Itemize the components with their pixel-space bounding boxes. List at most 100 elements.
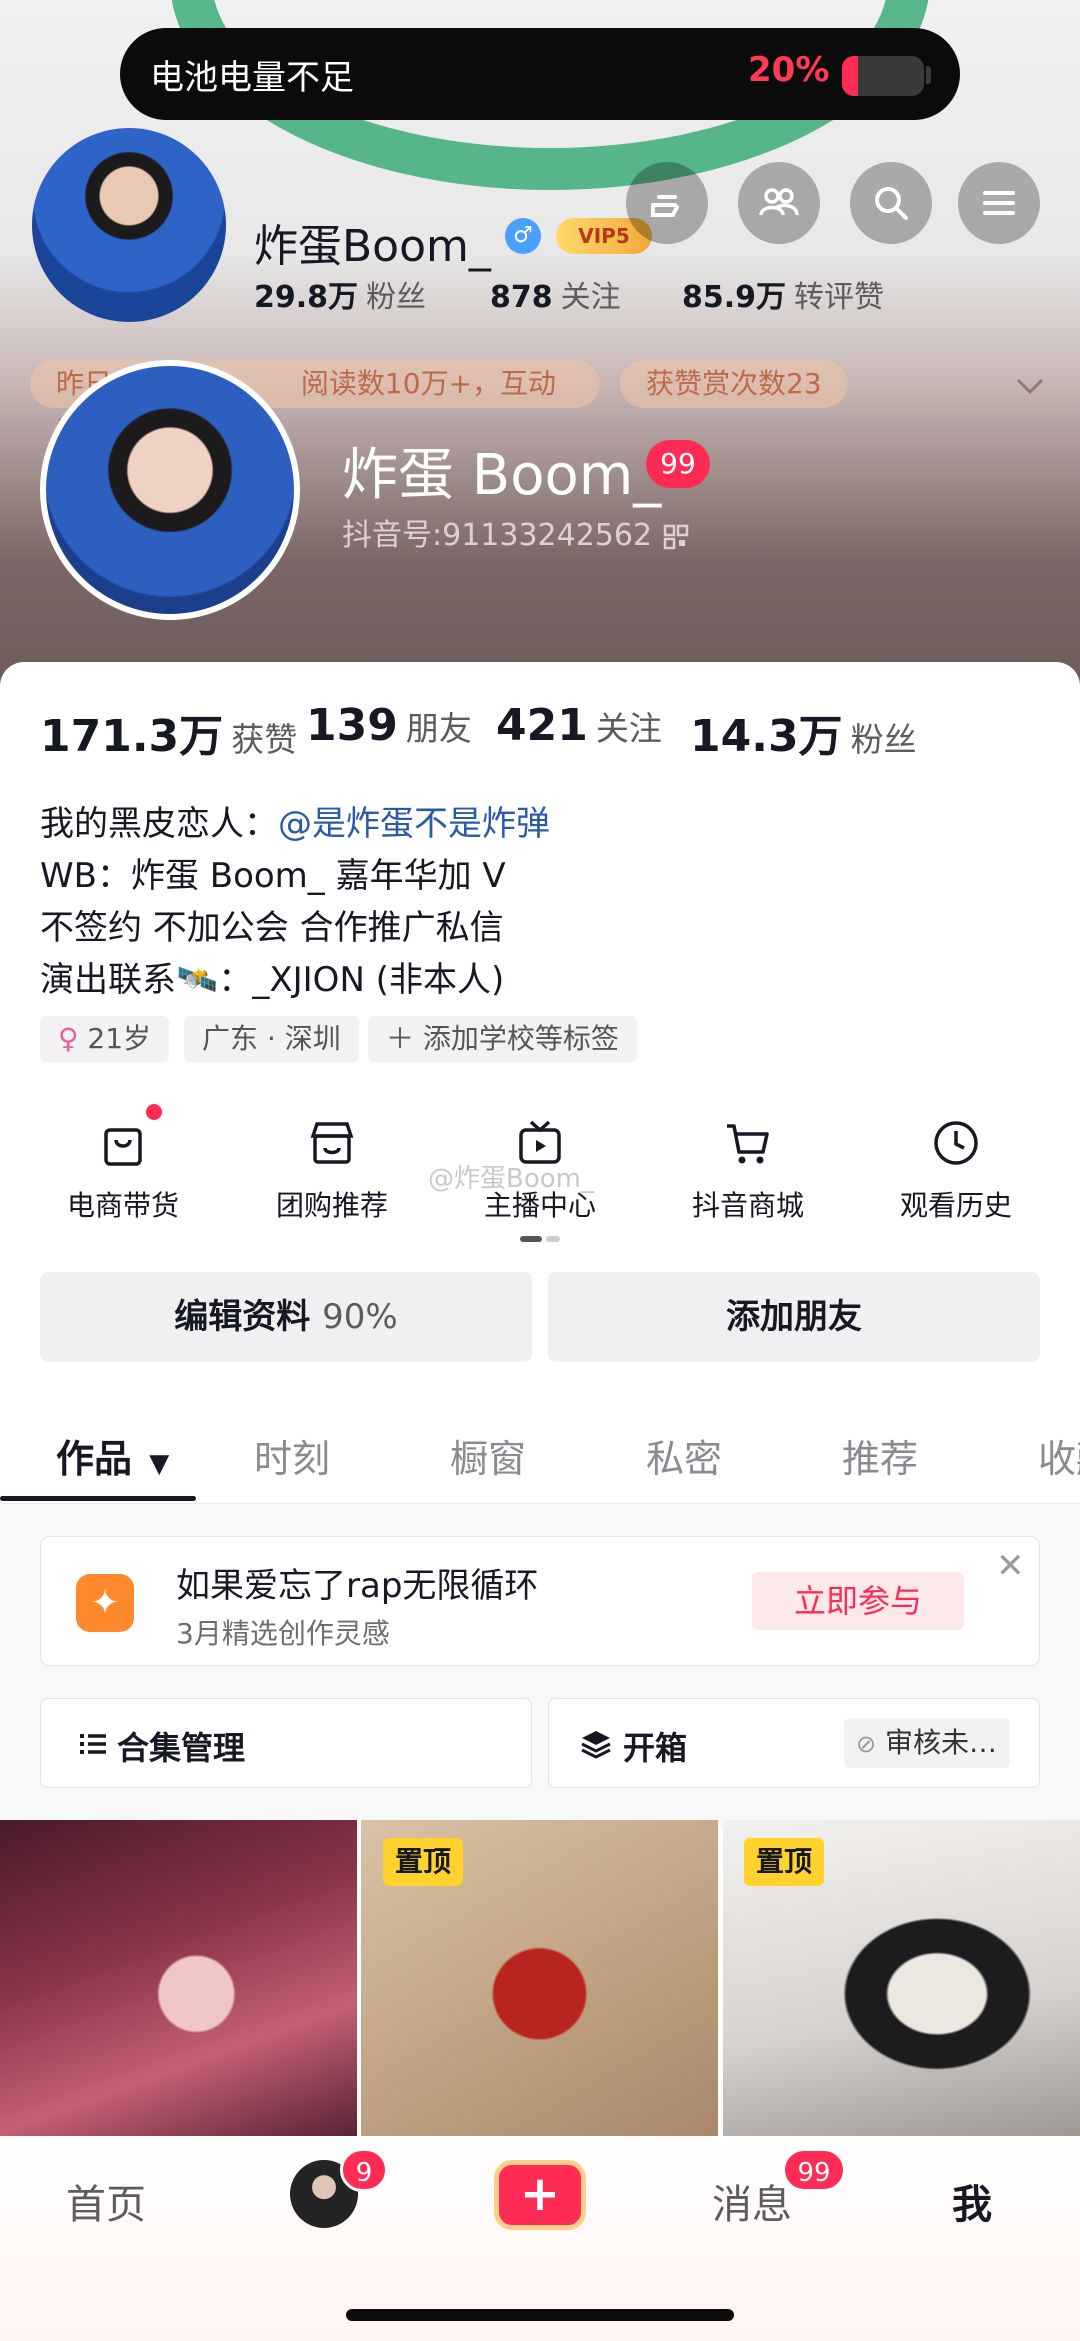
- shortcut-ecommerce[interactable]: 电商带货: [33, 1116, 213, 1224]
- pinned-badge: 置顶: [744, 1838, 825, 1886]
- prohibited-icon: ⊘: [856, 1730, 877, 1758]
- chevron-down-icon[interactable]: [1012, 368, 1048, 404]
- shortcut-group-buy[interactable]: 团购推荐: [242, 1116, 422, 1224]
- tab-private[interactable]: 私密: [646, 1428, 722, 1483]
- bio-line-3: 不签约 不加公会 合作推广私信: [40, 908, 504, 948]
- following-stat[interactable]: 421 关注: [496, 700, 662, 751]
- bio-line-4: 演出联系🛰️：_XJION (非本人): [40, 960, 505, 1000]
- battery-cap: [926, 66, 931, 84]
- review-status-label: 审核未…: [885, 1726, 998, 1759]
- header-interactions-stat[interactable]: 85.9万 转评赞: [682, 272, 884, 316]
- header-following-stat[interactable]: 878 关注: [490, 272, 621, 316]
- shortcut-watch-history-label: 观看历史: [899, 1189, 1012, 1222]
- close-icon[interactable]: ✕: [996, 1546, 1025, 1586]
- store-icon: [310, 1122, 354, 1164]
- list-icon: [80, 1734, 106, 1754]
- active-tab-indicator: [0, 1496, 196, 1501]
- review-status-chip: ⊘ 审核未…: [844, 1718, 1010, 1768]
- nav-home[interactable]: 首页: [66, 2172, 146, 2230]
- age-text: 21岁: [87, 1022, 152, 1055]
- friends-label: 朋友: [405, 709, 472, 748]
- header-fans-stat[interactable]: 29.8万 粉丝: [254, 272, 426, 316]
- search-button[interactable]: [850, 162, 932, 244]
- weibo-watermark: @炸蛋Boom_: [428, 1164, 594, 1194]
- header-avatar[interactable]: [32, 128, 226, 322]
- reward-count-chip[interactable]: 获赞赏次数23: [620, 360, 848, 408]
- location-tag: 广东 · 深圳: [184, 1016, 359, 1062]
- following-value: 421: [496, 700, 588, 751]
- add-tag-button[interactable]: ＋ 添加学校等标签: [368, 1016, 637, 1062]
- menu-icon: [983, 191, 1015, 215]
- header-interactions-label: 转评赞: [794, 280, 885, 315]
- following-label: 关注: [595, 709, 662, 748]
- home-indicator: [346, 2309, 734, 2321]
- battery-alert-text: 电池电量不足: [150, 58, 354, 98]
- clock-icon: [934, 1121, 978, 1165]
- nav-messages[interactable]: 消息: [712, 2172, 792, 2230]
- tab-works-label: 作品: [56, 1437, 133, 1481]
- join-now-button[interactable]: 立即参与: [752, 1572, 964, 1630]
- hand-point-button[interactable]: [626, 162, 708, 244]
- likes-stat[interactable]: 171.3万 获赞: [40, 700, 297, 764]
- caret-down-icon: ▼: [149, 1449, 170, 1479]
- hand-point-icon: [651, 195, 679, 217]
- add-friend-button[interactable]: 添加朋友: [548, 1272, 1040, 1362]
- menu-button[interactable]: [958, 162, 1040, 244]
- fans-stat[interactable]: 14.3万 粉丝: [690, 700, 917, 764]
- douyin-id[interactable]: 抖音号:91133242562: [342, 510, 690, 554]
- cart-icon: [727, 1124, 769, 1164]
- profile-notification-badge[interactable]: 99: [646, 440, 710, 488]
- nav-me[interactable]: 我: [952, 2172, 992, 2230]
- edit-profile-button[interactable]: 编辑资料 90%: [40, 1272, 532, 1362]
- bio-line-1: 我的黑皮恋人：@是炸蛋不是炸弹: [40, 796, 550, 845]
- event-icon: ✦: [76, 1574, 134, 1632]
- profile-name: 炸蛋 Boom_: [342, 443, 662, 508]
- battery-level-fill: [842, 56, 859, 96]
- shortcut-page-indicator: [520, 1236, 560, 1242]
- shortcut-douyin-mall-label: 抖音商城: [691, 1189, 804, 1222]
- shortcut-douyin-mall[interactable]: 抖音商城: [658, 1116, 838, 1224]
- collection-manage-button[interactable]: 合集管理: [40, 1698, 532, 1788]
- ecommerce-notification-dot: [146, 1104, 162, 1120]
- unboxing-label: 开箱: [623, 1729, 688, 1767]
- bio-line-1-prefix: 我的黑皮恋人：: [40, 804, 278, 844]
- friends-value: 139: [306, 700, 398, 751]
- battery-percent: 20%: [748, 50, 830, 90]
- search-icon: [875, 187, 908, 220]
- pinned-badge: 置顶: [383, 1838, 464, 1886]
- fans-label: 粉丝: [850, 720, 917, 759]
- shortcut-watch-history[interactable]: 观看历史: [866, 1116, 1046, 1224]
- tab-recommended[interactable]: 推荐: [842, 1428, 918, 1483]
- likes-label: 获赞: [231, 720, 298, 759]
- shopping-bag-icon: [104, 1128, 142, 1166]
- collection-manage-label: 合集管理: [117, 1729, 246, 1767]
- plus-icon: ＋: [386, 1022, 415, 1055]
- video-thumbnail[interactable]: [0, 1820, 357, 2136]
- edit-profile-label: 编辑资料: [174, 1297, 311, 1337]
- profile-avatar[interactable]: [40, 360, 300, 620]
- likes-value: 171.3万: [40, 711, 224, 762]
- bio-line-2: WB：炸蛋 Boom_ 嘉年华加 V: [40, 856, 506, 896]
- tab-favorites[interactable]: 收藏: [1038, 1428, 1080, 1483]
- friends-badge: 9: [340, 2148, 388, 2192]
- friends-icon: [759, 188, 799, 216]
- layers-icon: [581, 1731, 611, 1759]
- add-tag-label: 添加学校等标签: [422, 1022, 619, 1055]
- header-fans-label: 粉丝: [366, 280, 427, 315]
- battery-icon: [842, 56, 924, 96]
- header-following-label: 关注: [560, 280, 621, 315]
- tab-favorites-clip: 收藏: [1038, 1428, 1080, 1484]
- header-fans-value: 29.8万: [254, 280, 359, 315]
- female-gender-icon: ♀: [58, 1022, 79, 1055]
- friends-stat[interactable]: 139 朋友: [306, 700, 472, 751]
- tab-showcase[interactable]: 橱窗: [450, 1428, 526, 1483]
- shortcut-ecommerce-label: 电商带货: [66, 1189, 179, 1222]
- tab-works[interactable]: 作品 ▼: [56, 1428, 169, 1483]
- header-following-value: 878: [490, 280, 553, 315]
- tab-moments[interactable]: 时刻: [254, 1428, 330, 1483]
- friends-button[interactable]: [738, 162, 820, 244]
- bio-mention-link[interactable]: @是炸蛋不是炸弹: [278, 804, 550, 844]
- create-button[interactable]: +: [494, 2160, 586, 2230]
- fans-value: 14.3万: [690, 711, 843, 762]
- qr-code-icon: [663, 524, 688, 549]
